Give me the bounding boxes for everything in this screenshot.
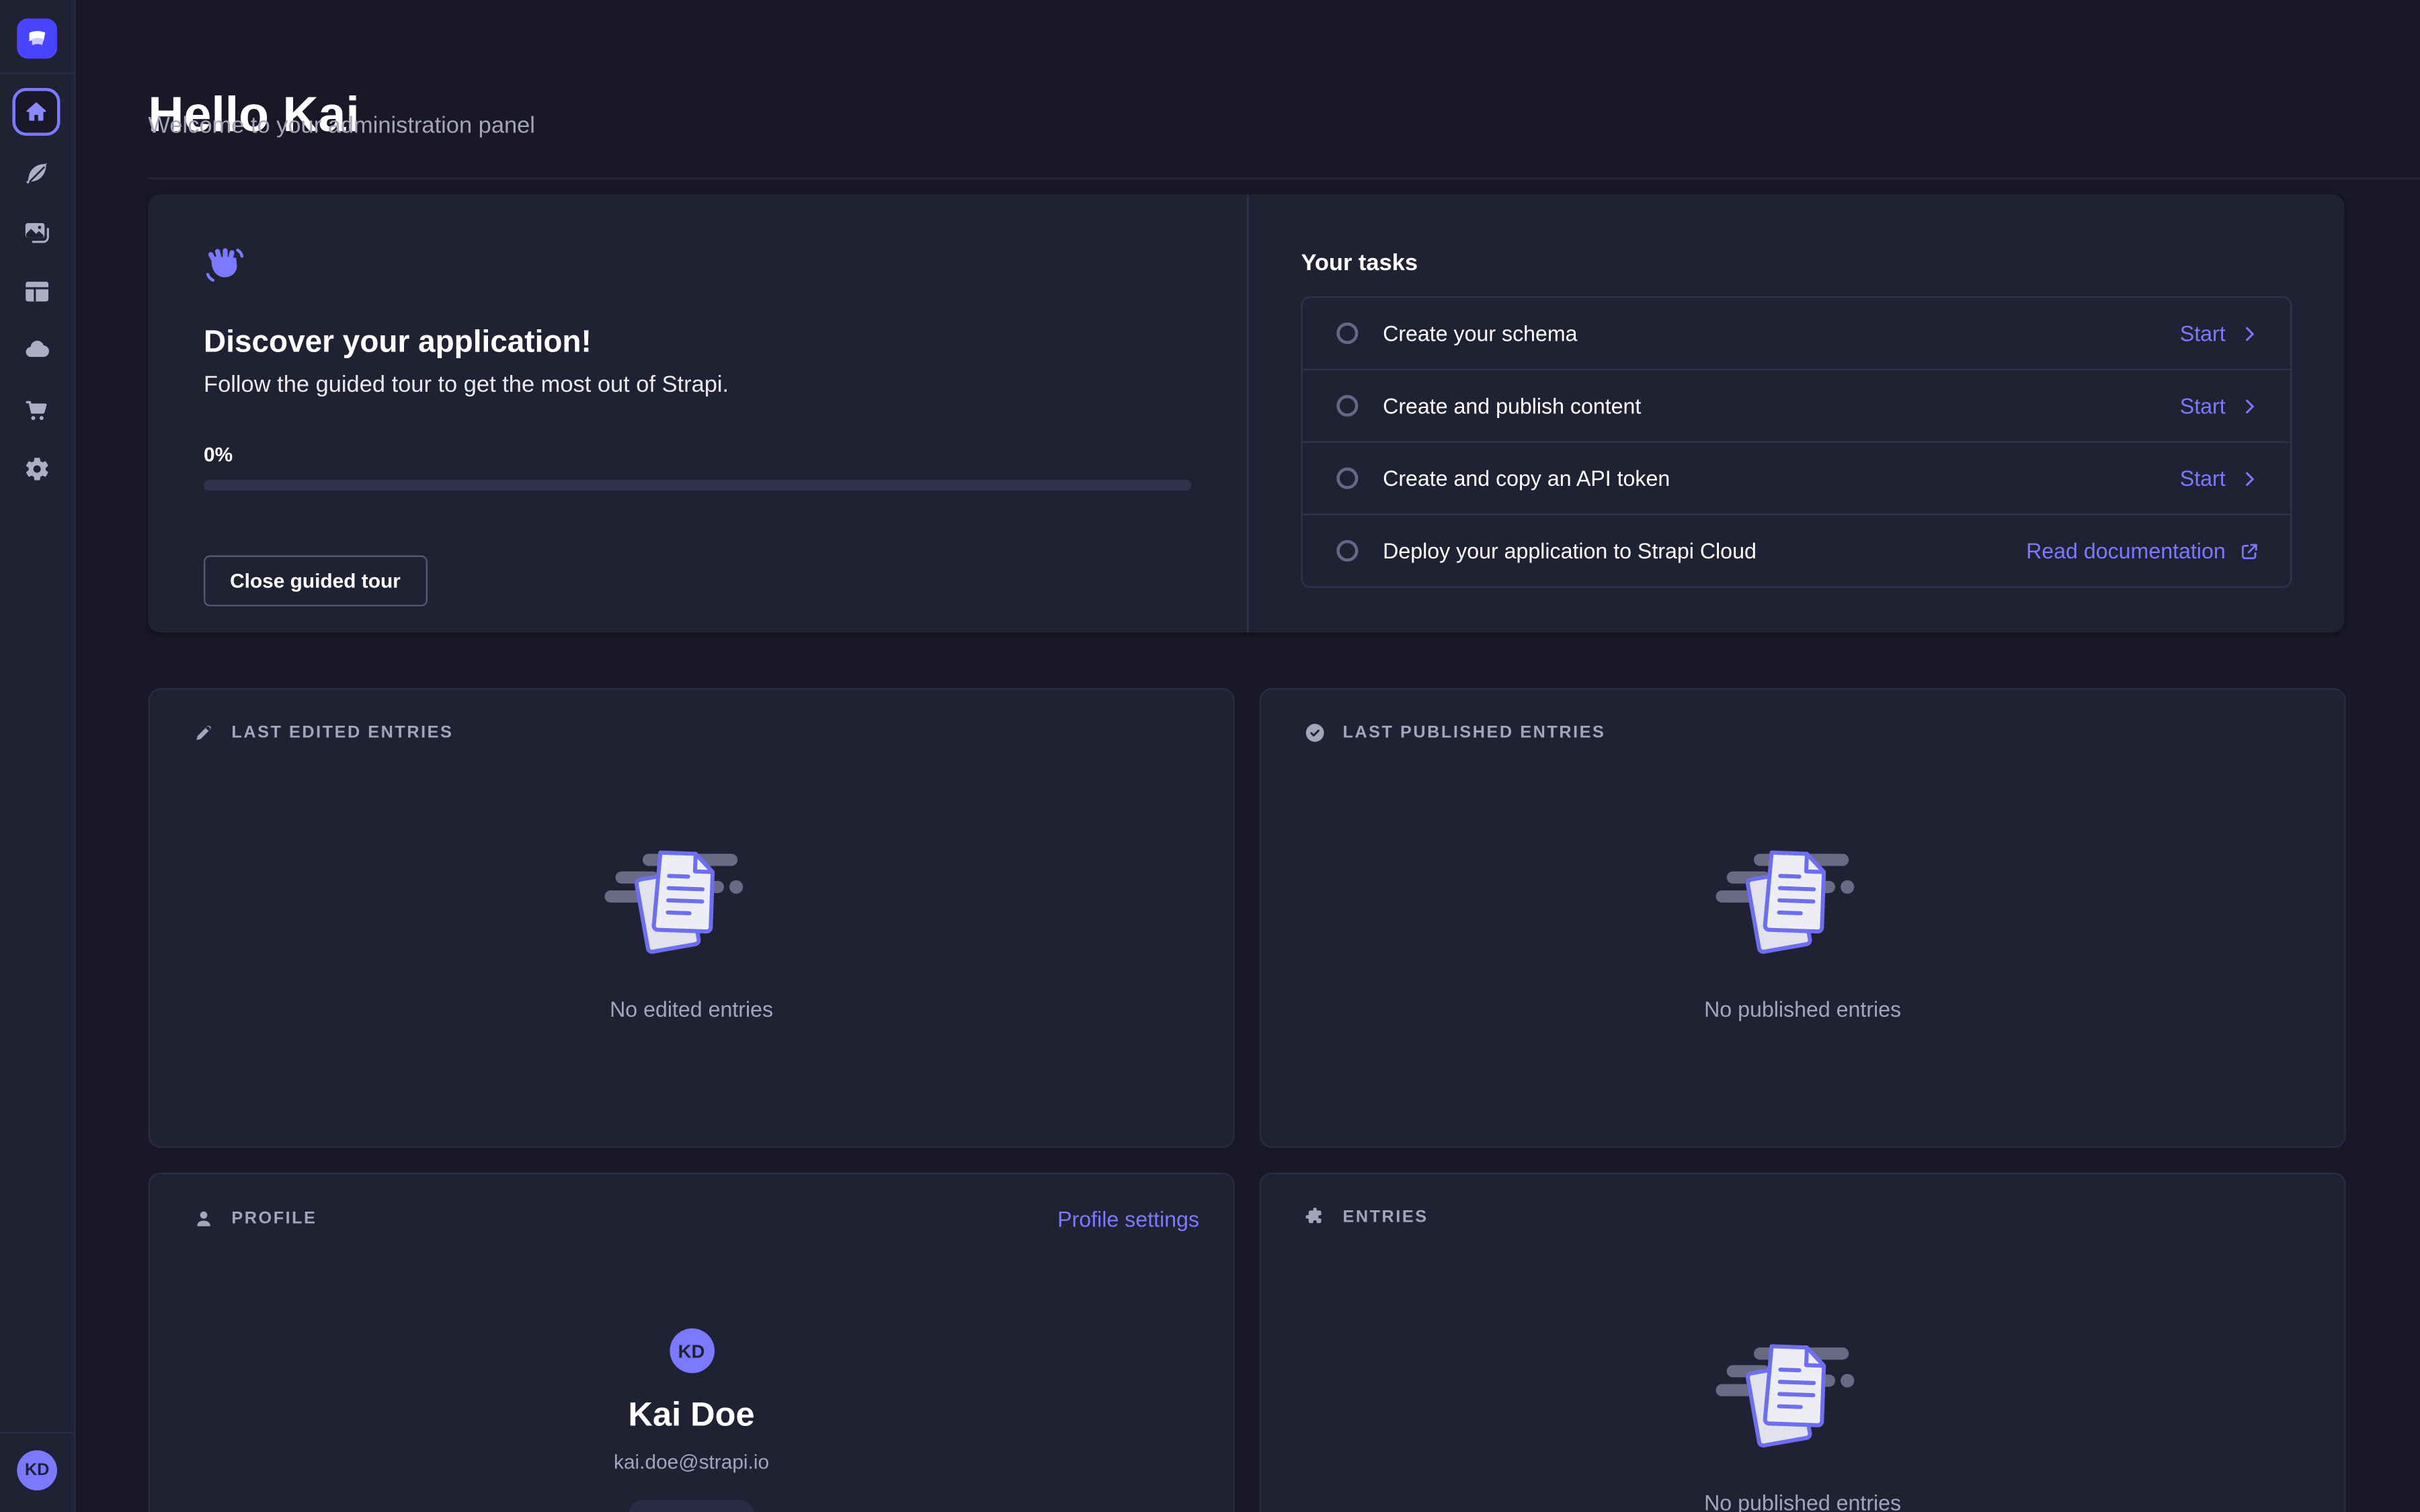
task-start-link[interactable]: Start	[2180, 321, 2259, 346]
waving-hand-icon	[204, 244, 245, 286]
card-title: LAST PUBLISHED ENTRIES	[1342, 724, 1605, 743]
empty-state-message: No published entries	[1704, 1490, 1901, 1512]
profile-avatar: KD	[669, 1329, 714, 1374]
task-label: Deploy your application to Strapi Cloud	[1383, 538, 2026, 563]
page-subtitle: Welcome to your administration panel	[148, 113, 535, 139]
guided-tour-card: Discover your application! Follow the gu…	[148, 194, 2344, 632]
tasks-section: Your tasks Create your schema Start Crea…	[1248, 194, 2344, 632]
task-status-circle	[1336, 323, 1358, 344]
sidebar-item-media-library[interactable]	[23, 219, 50, 247]
check-circle-icon	[1304, 722, 1326, 743]
chevron-right-icon	[2239, 468, 2259, 489]
settings-gear-icon	[23, 455, 50, 482]
feather-icon	[23, 161, 50, 188]
profile-settings-link[interactable]: Profile settings	[1057, 1206, 1199, 1231]
sidebar-item-content-type-builder[interactable]	[23, 161, 50, 188]
documents-illustration	[1713, 833, 1892, 972]
documents-illustration	[602, 833, 780, 972]
user-avatar[interactable]: KD	[17, 1450, 57, 1490]
strapi-logo-icon	[17, 19, 57, 59]
task-status-circle	[1336, 540, 1358, 562]
last-published-entries-card: LAST PUBLISHED ENTRIES	[1259, 688, 2345, 1148]
marketplace-cart-icon	[23, 396, 50, 424]
sidebar-item-home[interactable]	[12, 88, 60, 136]
strapi-admin-window: KD Hello Kai Welcome to your administrat…	[0, 0, 2420, 1512]
last-edited-entries-card: LAST EDITED ENTRIES	[148, 688, 1234, 1148]
read-documentation-link[interactable]: Read documentation	[2026, 538, 2259, 563]
home-icon	[23, 99, 49, 125]
task-status-circle	[1336, 395, 1358, 417]
sidebar-item-settings[interactable]	[23, 455, 50, 482]
task-action-label: Start	[2180, 393, 2226, 418]
guided-tour-subtitle: Follow the guided tour to get the most o…	[204, 370, 1191, 401]
task-action-label: Start	[2180, 321, 2226, 346]
layout-icon	[23, 278, 50, 305]
profile-card: PROFILE Profile settings KD Kai Doe kai.…	[148, 1173, 1234, 1512]
task-row: Create your schema Start	[1303, 298, 2290, 370]
chevron-right-icon	[2239, 323, 2259, 343]
task-label: Create and copy an API token	[1383, 466, 2180, 491]
card-title: LAST EDITED ENTRIES	[231, 724, 453, 743]
task-row: Create and copy an API token Start	[1303, 443, 2290, 515]
empty-state-message: No published entries	[1704, 997, 1901, 1021]
task-start-link[interactable]: Start	[2180, 466, 2259, 491]
sidebar: KD	[0, 0, 76, 1512]
pencil-icon	[193, 722, 214, 743]
user-icon	[193, 1208, 214, 1230]
profile-name: Kai Doe	[629, 1395, 755, 1435]
documents-illustration	[1713, 1327, 1892, 1466]
task-action-label: Start	[2180, 466, 2226, 491]
tasks-title: Your tasks	[1301, 250, 2292, 276]
sidebar-divider-top	[0, 73, 74, 74]
card-title: PROFILE	[231, 1210, 317, 1228]
progress-label: 0%	[204, 443, 1191, 466]
task-start-link[interactable]: Start	[2180, 393, 2259, 418]
task-action-label: Read documentation	[2026, 538, 2226, 563]
task-row: Create and publish content Start	[1303, 370, 2290, 443]
task-label: Create and publish content	[1383, 393, 2180, 418]
sidebar-item-deploy[interactable]	[23, 337, 50, 364]
guided-tour-section: Discover your application! Follow the gu…	[148, 194, 1247, 632]
task-status-circle	[1336, 468, 1358, 489]
entries-card: ENTRIES	[1259, 1173, 2345, 1512]
cloud-icon	[23, 337, 50, 364]
card-title: ENTRIES	[1342, 1208, 1428, 1227]
task-row: Deploy your application to Strapi Cloud …	[1303, 515, 2290, 587]
chevron-right-icon	[2239, 396, 2259, 416]
progress-bar	[204, 480, 1191, 491]
sidebar-item-content-manager[interactable]	[23, 278, 50, 305]
header-divider	[148, 177, 2420, 179]
task-label: Create your schema	[1383, 321, 2180, 346]
close-guided-tour-button[interactable]: Close guided tour	[204, 556, 427, 607]
empty-state-message: No edited entries	[610, 997, 773, 1021]
strapi-logo[interactable]	[17, 19, 57, 59]
external-link-icon	[2239, 541, 2259, 561]
sidebar-divider-bottom	[0, 1432, 74, 1433]
profile-role-badge	[628, 1500, 754, 1512]
puzzle-icon	[1304, 1206, 1326, 1228]
profile-email: kai.doe@strapi.io	[614, 1450, 769, 1473]
media-library-icon	[23, 219, 50, 247]
sidebar-item-marketplace[interactable]	[23, 396, 50, 424]
guided-tour-title: Discover your application!	[204, 323, 1191, 363]
task-list: Create your schema Start Create and publ…	[1301, 296, 2292, 588]
